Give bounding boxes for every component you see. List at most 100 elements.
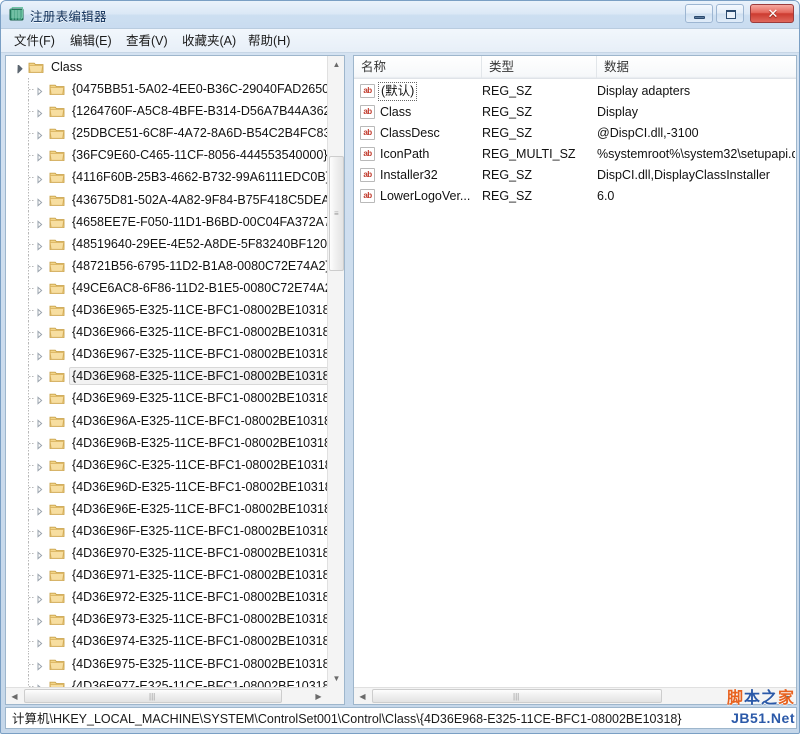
chevron-right-icon[interactable] [35,372,44,384]
chevron-right-icon[interactable] [35,461,44,472]
menu-item-view[interactable]: 查看(V) [119,32,175,50]
tree-item[interactable]: {4D36E977-E325-11CE-BFC1-08002BE10318} [6,674,328,687]
registry-tree-pane[interactable]: Class {0475BB51-5A02-4EE0-B36C-29040FAD26… [5,55,345,705]
chevron-right-icon[interactable] [35,151,44,163]
chevron-right-icon[interactable] [35,615,44,627]
chevron-right-icon[interactable] [35,328,44,339]
tree-item-root[interactable]: Class [6,56,328,78]
chevron-right-icon[interactable] [35,527,44,538]
tree-item[interactable]: {4D36E967-E325-11CE-BFC1-08002BE10318} [6,343,328,366]
tree-item[interactable]: {0475BB51-5A02-4EE0-B36C-29040FAD2650} [6,78,328,101]
tree-scroll-right-arrow[interactable]: ▶ [310,688,327,704]
tree-item-label: {4D36E975-E325-11CE-BFC1-08002BE10318} [72,656,328,671]
column-header-type[interactable]: 类型 [482,56,597,78]
table-row[interactable]: ab IconPath REG_MULTI_SZ %systemroot%\syste… [354,144,796,165]
chevron-right-icon[interactable] [35,85,44,96]
tree-connector-dash [29,221,34,223]
tree-scrollbar-thumb[interactable]: ≡ [329,156,344,271]
tree-item[interactable]: {4658EE7E-F050-11D1-B6BD-00C04FA372A7} [6,210,328,233]
tree-item[interactable]: {4D36E972-E325-11CE-BFC1-08002BE10318} [6,586,328,609]
tree-item[interactable]: {1264760F-A5C8-4BFE-B314-D56A7B44A362} [6,100,328,123]
tree-item-label: {4D36E972-E325-11CE-BFC1-08002BE10318} [72,590,328,605]
chevron-right-icon[interactable] [35,549,44,560]
value-type: REG_SZ [482,84,533,98]
tree-item[interactable]: {4D36E974-E325-11CE-BFC1-08002BE10318} [6,630,328,653]
tree-scroll-left-arrow[interactable]: ◀ [6,688,23,704]
menu-item-favorites[interactable]: 收藏夹(A) [175,32,243,50]
tree-item[interactable]: {49CE6AC8-6F86-11D2-B1E5-0080C72E74A2} [6,276,328,299]
tree-item[interactable]: {4D36E969-E325-11CE-BFC1-08002BE10318} [6,387,328,410]
tree-item[interactable]: {43675D81-502A-4A82-9F84-B75F418C5DEA} [6,188,328,211]
title-bar[interactable]: 注册表编辑器 ✕ [1,1,799,29]
list-hscrollbar-thumb[interactable]: ||| [372,689,662,703]
list-horizontal-scrollbar[interactable]: ◀ ▶ ||| [354,687,796,704]
status-bar: 计算机\HKEY_LOCAL_MACHINE\SYSTEM\ControlSet… [5,707,797,729]
tree-item-label: {4D36E966-E325-11CE-BFC1-08002BE10318} [72,325,328,340]
table-row[interactable]: ab Class REG_SZ Display [354,102,796,123]
close-button[interactable]: ✕ [750,4,794,23]
tree-hscrollbar-thumb[interactable]: ||| [24,689,282,703]
tree-item[interactable]: {48519640-29EE-4E52-A8DE-5F83240BF120} [6,232,328,255]
chevron-down-icon[interactable] [14,63,23,74]
registry-values-pane[interactable]: 名称 类型 数据 ab (默认) REG_SZ Display adapters ab C… [353,55,797,705]
tree-item[interactable]: {4D36E971-E325-11CE-BFC1-08002BE10318} [6,564,328,587]
chevron-right-icon[interactable] [35,417,44,428]
chevron-right-icon[interactable] [35,637,44,649]
chevron-right-icon[interactable] [35,505,44,516]
table-row[interactable]: ab Installer32 REG_SZ DispCI.dll,DisplayCla… [354,165,796,186]
menu-item-edit[interactable]: 编辑(E) [63,32,119,50]
list-scroll-right-arrow[interactable]: ▶ [779,688,796,704]
chevron-right-icon[interactable] [35,350,44,361]
menu-item-help[interactable]: 帮助(H) [241,32,297,50]
tree-vertical-scrollbar[interactable]: ▲ ▼ ≡ [327,56,344,687]
tree-item[interactable]: {4D36E96E-E325-11CE-BFC1-08002BE10318} [6,497,328,520]
menu-item-file[interactable]: 文件(F) [7,32,62,50]
tree-item[interactable]: {4116F60B-25B3-4662-B732-99A6111EDC0B} [6,166,328,189]
tree-item[interactable]: {4D36E970-E325-11CE-BFC1-08002BE10318} [6,542,328,565]
tree-item[interactable]: {4D36E968-E325-11CE-BFC1-08002BE10318} [6,365,328,388]
list-scroll-left-arrow[interactable]: ◀ [354,688,371,704]
registry-tree[interactable]: Class {0475BB51-5A02-4EE0-B36C-29040FAD26… [6,56,328,687]
tree-item[interactable]: {4D36E965-E325-11CE-BFC1-08002BE10318} [6,299,328,322]
value-data: Display [597,105,638,119]
chevron-right-icon[interactable] [35,284,44,295]
table-row[interactable]: ab ClassDesc REG_SZ @DispCI.dll,-3100 [354,123,796,144]
tree-scroll-up-arrow[interactable]: ▲ [328,56,344,73]
maximize-button[interactable] [716,4,744,23]
folder-icon [49,259,65,273]
tree-horizontal-scrollbar[interactable]: ◀ ▶ ||| [6,687,327,704]
chevron-right-icon[interactable] [35,129,44,140]
chevron-right-icon[interactable] [35,107,44,118]
tree-item[interactable]: {4D36E96A-E325-11CE-BFC1-08002BE10318} [6,409,328,432]
chevron-right-icon[interactable] [35,439,44,450]
tree-item[interactable]: {4D36E96C-E325-11CE-BFC1-08002BE10318} [6,453,328,476]
column-header-name[interactable]: 名称 [354,56,482,78]
chevron-right-icon[interactable] [35,394,44,406]
chevron-right-icon[interactable] [35,262,44,273]
tree-item[interactable]: {25DBCE51-6C8F-4A72-8A6D-B54C2B4FC835} [6,122,328,145]
chevron-right-icon[interactable] [35,660,44,671]
minimize-button[interactable] [685,4,713,23]
chevron-right-icon[interactable] [35,571,44,582]
chevron-right-icon[interactable] [35,240,44,251]
tree-item[interactable]: {4D36E96D-E325-11CE-BFC1-08002BE10318} [6,475,328,498]
tree-item[interactable]: {4D36E966-E325-11CE-BFC1-08002BE10318} [6,321,328,344]
chevron-right-icon[interactable] [35,173,44,185]
chevron-right-icon[interactable] [35,483,44,494]
folder-icon [49,391,65,405]
tree-item[interactable]: {4D36E973-E325-11CE-BFC1-08002BE10318} [6,608,328,631]
table-row[interactable]: ab (默认) REG_SZ Display adapters [354,81,796,102]
column-header-data[interactable]: 数据 [597,56,796,78]
table-row[interactable]: ab LowerLogoVer... REG_SZ 6.0 [354,186,796,207]
tree-item[interactable]: {4D36E96B-E325-11CE-BFC1-08002BE10318} [6,431,328,454]
tree-item[interactable]: {36FC9E60-C465-11CF-8056-444553540000} [6,144,328,167]
tree-item[interactable]: {4D36E96F-E325-11CE-BFC1-08002BE10318} [6,519,328,542]
tree-item[interactable]: {48721B56-6795-11D2-B1A8-0080C72E74A2} [6,254,328,277]
chevron-right-icon[interactable] [35,218,44,229]
tree-scroll-down-arrow[interactable]: ▼ [328,670,344,687]
chevron-right-icon[interactable] [35,196,44,207]
chevron-right-icon[interactable] [35,306,44,317]
chevron-right-icon[interactable] [35,593,44,604]
folder-icon [49,458,65,472]
tree-item[interactable]: {4D36E975-E325-11CE-BFC1-08002BE10318} [6,652,328,675]
